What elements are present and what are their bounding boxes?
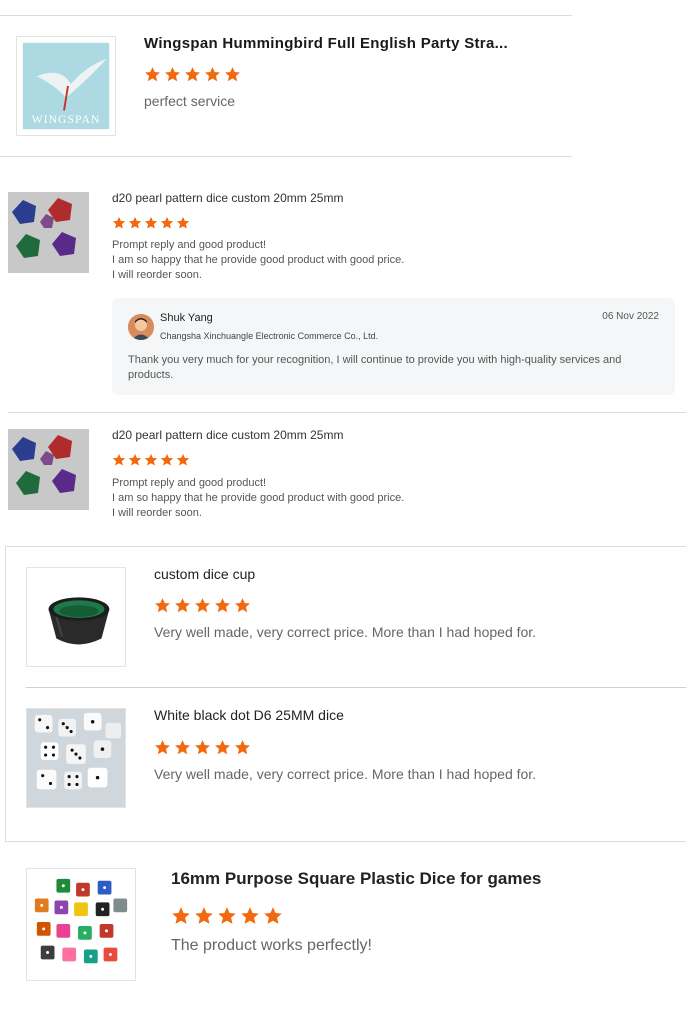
star-icon: [112, 453, 126, 466]
review-title[interactable]: d20 pearl pattern dice custom 20mm 25mm: [112, 428, 343, 442]
star-icon: [235, 598, 250, 613]
review-title[interactable]: d20 pearl pattern dice custom 20mm 25mm: [112, 191, 343, 205]
star-icon: [112, 216, 126, 229]
star-icon: [165, 67, 180, 82]
star-icon: [160, 453, 174, 466]
seller-reply: Shuk Yang Changsha Xinchuangle Electroni…: [112, 298, 675, 395]
star-icon: [128, 216, 142, 229]
star-icon: [195, 907, 213, 924]
svg-text:WINGSPAN: WINGSPAN: [32, 113, 101, 126]
review-text-line: I will reorder soon.: [112, 507, 202, 519]
review-title[interactable]: 16mm Purpose Square Plastic Dice for gam…: [171, 869, 541, 889]
star-icon: [128, 453, 142, 466]
star-icon: [195, 598, 210, 613]
star-rating: [144, 66, 244, 83]
review-text: perfect service: [144, 93, 236, 109]
star-icon: [172, 907, 190, 924]
review-title[interactable]: White black dot D6 25MM dice: [154, 707, 344, 723]
star-icon: [145, 67, 160, 82]
star-icon: [176, 453, 190, 466]
star-rating: [112, 453, 192, 467]
divider: [26, 687, 686, 688]
star-icon: [205, 67, 220, 82]
star-icon: [218, 907, 236, 924]
star-icon: [225, 67, 240, 82]
product-image-wingspan[interactable]: WINGSPAN: [16, 36, 116, 136]
product-image-dice-cup[interactable]: [26, 567, 126, 667]
product-image-d6-dice[interactable]: [26, 708, 126, 808]
divider: [0, 15, 572, 16]
star-icon: [144, 453, 158, 466]
reply-author-name: Shuk Yang: [160, 312, 213, 324]
divider: [0, 156, 572, 157]
star-rating: [154, 597, 254, 614]
star-rating: [154, 739, 254, 756]
review-title[interactable]: Wingspan Hummingbird Full English Party …: [144, 35, 508, 52]
star-icon: [215, 598, 230, 613]
review-text-line: I am so happy that he provide good produ…: [112, 492, 405, 504]
review-title[interactable]: custom dice cup: [154, 566, 255, 582]
review-text: The product works perfectly!: [171, 937, 372, 954]
star-icon: [241, 907, 259, 924]
star-icon: [155, 740, 170, 755]
star-icon: [215, 740, 230, 755]
reply-date: 06 Nov 2022: [602, 311, 659, 322]
star-icon: [264, 907, 282, 924]
avatar: [128, 314, 154, 340]
star-icon: [144, 216, 158, 229]
star-icon: [185, 67, 200, 82]
reply-text: Thank you very much for your recognition…: [128, 354, 622, 381]
review-text: Very well made, very correct price. More…: [154, 766, 537, 782]
reply-company: Changsha Xinchuangle Electronic Commerce…: [160, 331, 379, 341]
product-image-square-dice[interactable]: [26, 868, 136, 981]
review-text: Very well made, very correct price. More…: [154, 624, 537, 640]
review-text-line: I will reorder soon.: [112, 269, 202, 281]
divider: [8, 412, 686, 413]
star-icon: [175, 740, 190, 755]
product-image-d20-dice[interactable]: [8, 192, 89, 273]
review-text-line: I am so happy that he provide good produ…: [112, 254, 405, 266]
review-text-line: Prompt reply and good product!: [112, 477, 267, 489]
star-icon: [155, 598, 170, 613]
product-image-d20-dice[interactable]: [8, 429, 89, 510]
star-icon: [160, 216, 174, 229]
star-rating: [112, 216, 192, 230]
star-icon: [176, 216, 190, 229]
star-icon: [195, 740, 210, 755]
star-rating: [171, 906, 286, 926]
review-text-line: Prompt reply and good product!: [112, 239, 267, 251]
star-icon: [175, 598, 190, 613]
star-icon: [235, 740, 250, 755]
